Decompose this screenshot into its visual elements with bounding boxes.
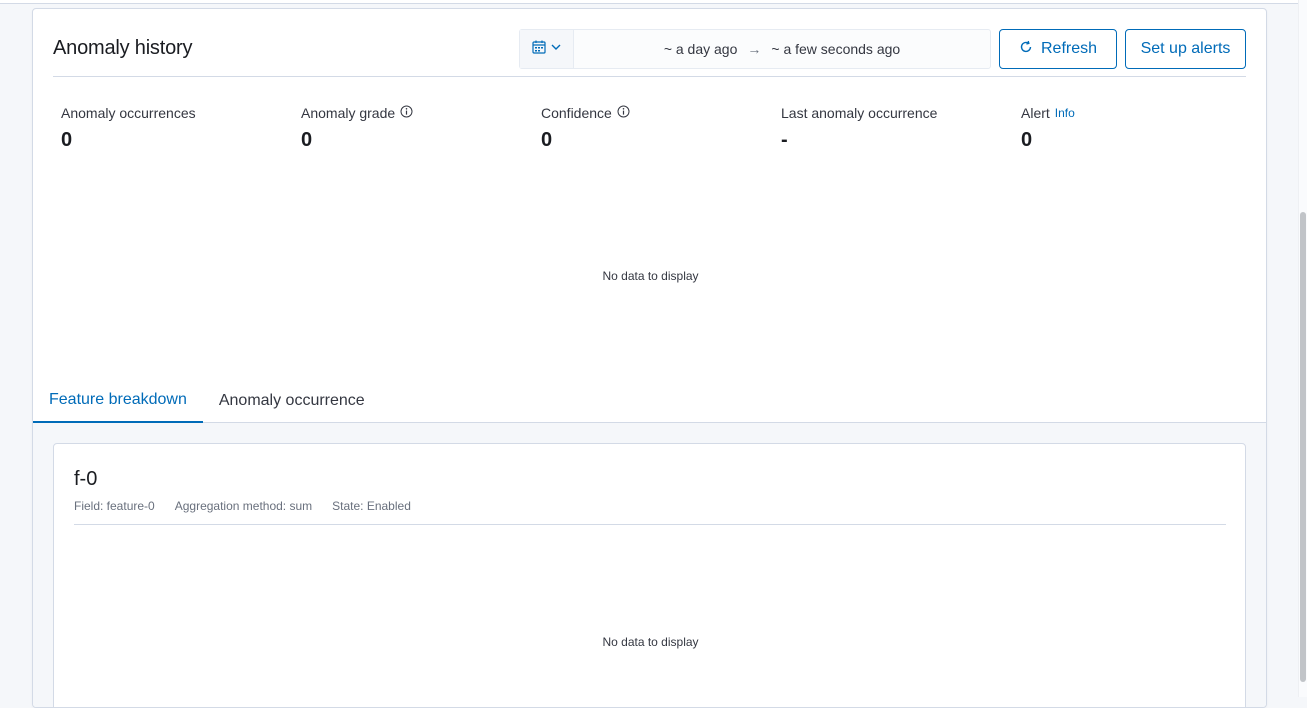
date-range-picker[interactable]: ~ a day ago → ~ a few seconds ago	[519, 29, 991, 69]
stat-anomaly-grade: Anomaly grade 0	[301, 105, 413, 152]
feature-aggregation: Aggregation method: sum	[174, 499, 313, 513]
calendar-icon	[531, 40, 546, 59]
feature-field: Field: feature-0	[74, 499, 155, 513]
info-icon[interactable]	[400, 105, 413, 121]
stat-label-row: Alert Info	[1021, 105, 1075, 121]
scrollbar-thumb[interactable]	[1300, 212, 1306, 682]
feature-divider	[74, 524, 1226, 525]
tab-anomaly-occurrence[interactable]: Anomaly occurrence	[203, 379, 381, 423]
stat-label-row: Confidence	[541, 105, 630, 121]
stat-label: Anomaly grade	[301, 105, 396, 121]
stat-label: Alert	[1021, 105, 1050, 121]
stat-confidence: Confidence 0	[541, 105, 630, 152]
date-end[interactable]: ~ a few seconds ago	[771, 41, 900, 57]
top-strip	[0, 0, 1298, 4]
stat-value: 0	[301, 129, 313, 151]
tab-content: f-0 Field: feature-0 Aggregation method:…	[33, 423, 1266, 707]
scrollbar-track[interactable]	[1298, 0, 1307, 697]
refresh-button[interactable]: Refresh	[999, 29, 1117, 69]
tab-bar: Feature breakdown Anomaly occurrence	[33, 379, 1266, 423]
date-start[interactable]: ~ a day ago	[664, 41, 738, 57]
set-up-alerts-button[interactable]: Set up alerts	[1125, 29, 1246, 69]
feature-chart-empty-message: No data to display	[602, 635, 699, 649]
anomaly-history-panel: Anomaly history ~ a day ago → ~ a few se…	[32, 8, 1267, 708]
feature-meta: Field: feature-0 Aggregation method: sum…	[74, 499, 411, 513]
panel-title: Anomaly history	[53, 37, 193, 59]
quick-select-button[interactable]	[520, 30, 574, 68]
feature-title: f-0	[74, 468, 98, 490]
chart-empty-message: No data to display	[602, 269, 699, 283]
chevron-down-icon	[550, 40, 562, 58]
stat-value: 0	[61, 129, 73, 151]
feature-state: State: Enabled	[332, 499, 411, 513]
stat-label: Confidence	[541, 105, 612, 121]
stat-anomaly-occurrences: Anomaly occurrences 0	[61, 105, 196, 152]
stat-label: Anomaly occurrences	[61, 105, 196, 121]
stat-alert: Alert Info 0	[1021, 105, 1075, 152]
stat-value: -	[781, 129, 788, 151]
stat-label-row: Anomaly grade	[301, 105, 413, 121]
info-icon[interactable]	[617, 105, 630, 121]
stat-value: 0	[1021, 129, 1033, 151]
arrow-right-icon: →	[747, 41, 762, 57]
refresh-label: Refresh	[1040, 40, 1098, 57]
stat-last-anomaly-occurrence: Last anomaly occurrence -	[781, 105, 937, 152]
stat-label: Last anomaly occurrence	[781, 105, 938, 121]
feature-card: f-0 Field: feature-0 Aggregation method:…	[53, 443, 1246, 707]
refresh-icon	[1019, 40, 1033, 59]
date-range-display[interactable]: ~ a day ago → ~ a few seconds ago	[574, 41, 990, 57]
info-link[interactable]: Info	[1055, 106, 1075, 120]
header-divider	[53, 76, 1246, 77]
tab-feature-breakdown[interactable]: Feature breakdown	[33, 379, 203, 423]
stat-value: 0	[541, 129, 553, 151]
